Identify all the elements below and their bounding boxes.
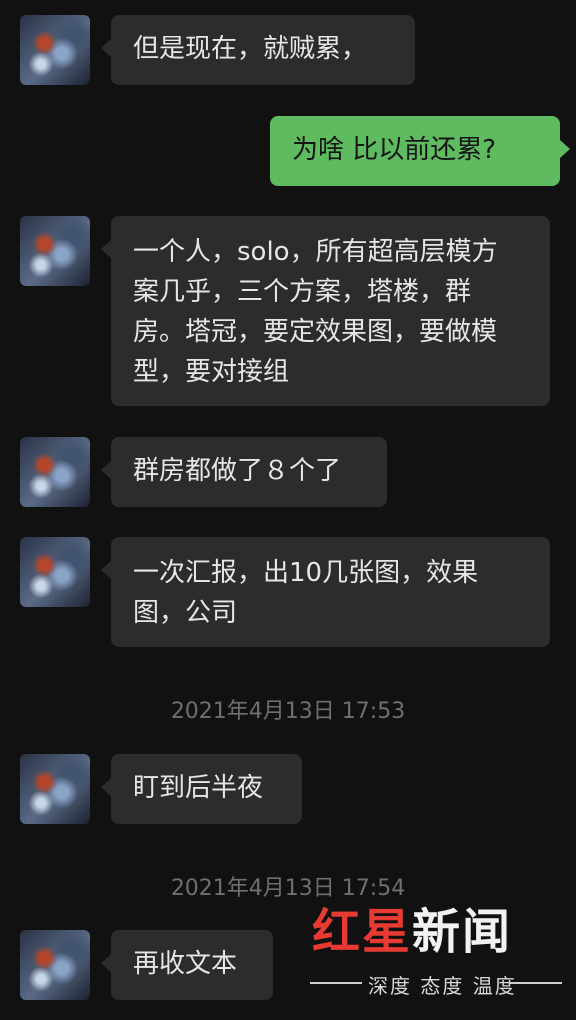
message-text: 盯到后半夜 <box>133 773 264 803</box>
message-bubble[interactable]: 群房都做了８个了 <box>101 437 387 507</box>
message-bubble[interactable]: 盯到后半夜 <box>101 754 302 824</box>
watermark-title-red: 红星 <box>312 904 413 960</box>
news-watermark-logo: 红星新闻 深度 态度 温度 <box>300 880 570 1010</box>
contact-avatar[interactable] <box>20 754 90 824</box>
message-bubble[interactable]: 一次汇报，出10几张图，效果 图，公司 <box>101 537 550 647</box>
contact-avatar[interactable] <box>20 537 90 607</box>
contact-avatar[interactable] <box>20 15 90 85</box>
watermark-divider-left <box>310 982 362 984</box>
message-text: 但是现在，就贼累， <box>133 34 368 64</box>
message-text-line: 一个人，solo，所有超高层模方 <box>133 237 498 267</box>
message-text-line: 型，要对接组 <box>133 357 290 387</box>
watermark-subtitle: 深度 态度 温度 <box>368 974 517 998</box>
message-timestamp: 2021年4月13日 17:53 <box>170 699 406 724</box>
message-bubble[interactable]: 但是现在，就贼累， <box>101 15 415 85</box>
message-bubble[interactable]: 一个人，solo，所有超高层模方 案几乎，三个方案，塔楼，群 房。塔冠，要定效果… <box>101 216 550 406</box>
message-text-line: 一次汇报，出10几张图，效果 <box>133 558 479 588</box>
message-text-line: 房。塔冠，要定效果图，要做模 <box>133 317 498 347</box>
message-bubble[interactable]: 再收文本 <box>101 930 273 1000</box>
watermark-divider-right <box>510 982 562 984</box>
message-text: 为啥 比以前还累? <box>292 135 497 165</box>
contact-avatar[interactable] <box>20 437 90 507</box>
message-text-line: 案几乎，三个方案，塔楼，群 <box>133 277 472 307</box>
watermark-title-white: 新闻 <box>412 904 513 960</box>
watermark-title: 红星新闻 <box>312 892 512 962</box>
message-bubble-mine[interactable]: 为啥 比以前还累? <box>270 116 570 186</box>
contact-avatar[interactable] <box>20 930 90 1000</box>
message-text: 再收文本 <box>133 949 238 979</box>
contact-avatar[interactable] <box>20 216 90 286</box>
message-text: 群房都做了８个了 <box>133 456 342 486</box>
message-text-line: 图，公司 <box>133 598 238 628</box>
